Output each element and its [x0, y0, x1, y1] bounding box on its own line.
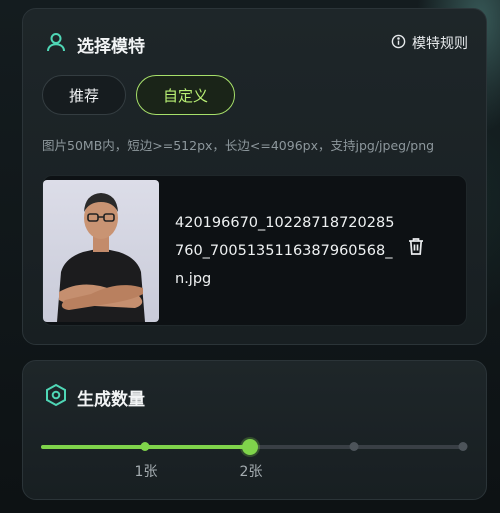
model-section-header: 选择模特: [45, 31, 145, 57]
info-icon: [391, 34, 406, 53]
tab-custom-label: 自定义: [163, 86, 209, 105]
model-section-title: 选择模特: [77, 36, 145, 57]
slider-tick-3[interactable]: [349, 442, 359, 451]
slider-mark-2: 2张: [239, 464, 263, 480]
count-section-header: 生成数量: [45, 383, 145, 411]
uploaded-image-thumbnail[interactable]: [43, 180, 159, 322]
tab-recommended[interactable]: 推荐: [42, 75, 127, 115]
model-source-tabs: 推荐 自定义: [42, 75, 236, 115]
tab-recommended-label: 推荐: [69, 86, 100, 105]
user-icon: [45, 31, 67, 57]
trash-icon: [407, 238, 425, 260]
uploaded-file-card: 420196670_10228718720285760_700513511638…: [42, 175, 467, 326]
model-rules-label: 模特规则: [412, 36, 468, 52]
slider-tick-4[interactable]: [458, 442, 468, 451]
delete-file-button[interactable]: [407, 236, 425, 260]
slider-handle[interactable]: [242, 439, 258, 455]
generate-count-slider[interactable]: [41, 437, 468, 457]
generate-count-panel: 生成数量 1张 2张: [22, 360, 487, 500]
hexagon-icon: [45, 383, 67, 411]
tab-custom[interactable]: 自定义: [136, 75, 236, 115]
uploaded-file-name: 420196670_10228718720285760_700513511638…: [175, 215, 395, 287]
model-select-panel: 选择模特 模特规则 推荐 自定义 图片50MB内，短边>=512px，长边<=4…: [22, 8, 487, 345]
upload-hint: 图片50MB内，短边>=512px，长边<=4096px，支持jpg/jpeg/…: [42, 138, 435, 153]
slider-tick-1[interactable]: [140, 442, 150, 451]
slider-mark-1: 1张: [134, 464, 158, 480]
model-rules-link[interactable]: 模特规则: [391, 33, 468, 53]
count-section-title: 生成数量: [77, 389, 145, 410]
